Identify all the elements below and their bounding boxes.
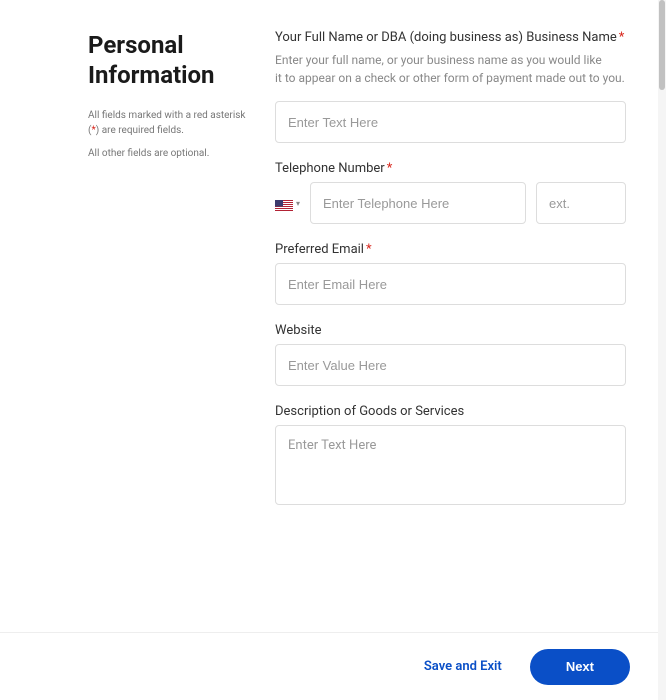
country-code-select[interactable]: ▾ (275, 197, 300, 209)
page-title: Personal Information (88, 30, 253, 90)
required-asterisk-icon: * (366, 242, 372, 257)
email-input[interactable] (275, 263, 626, 305)
form-fields: Your Full Name or DBA (doing business as… (263, 30, 626, 527)
telephone-label: Telephone Number* (275, 161, 626, 176)
email-group: Preferred Email* (275, 242, 626, 305)
telephone-label-text: Telephone Number (275, 161, 385, 176)
description-group: Description of Goods or Services (275, 404, 626, 509)
telephone-input[interactable] (310, 182, 526, 224)
telephone-group: Telephone Number* (275, 161, 626, 224)
description-input[interactable] (275, 425, 626, 505)
save-and-exit-link[interactable]: Save and Exit (424, 659, 502, 674)
email-label: Preferred Email* (275, 242, 626, 257)
description-label: Description of Goods or Services (275, 404, 626, 419)
telephone-ext-input[interactable] (536, 182, 626, 224)
email-label-text: Preferred Email (275, 242, 364, 257)
telephone-row: ▾ (275, 182, 626, 224)
required-note-post: ) are required fields. (96, 125, 184, 136)
fullname-help: Enter your full name, or your business n… (275, 51, 626, 87)
required-asterisk-icon: * (619, 30, 625, 45)
us-flag-icon (275, 197, 293, 209)
website-input[interactable] (275, 344, 626, 386)
chevron-down-icon: ▾ (296, 199, 300, 208)
fullname-group: Your Full Name or DBA (doing business as… (275, 30, 626, 143)
form-container: Personal Information All fields marked w… (0, 0, 666, 527)
optional-fields-note: All other fields are optional. (88, 148, 253, 159)
next-button[interactable]: Next (530, 649, 630, 685)
fullname-input[interactable] (275, 101, 626, 143)
sidebar: Personal Information All fields marked w… (88, 30, 263, 527)
fullname-label-text: Your Full Name or DBA (doing business as… (275, 30, 617, 45)
scrollbar-thumb[interactable] (659, 0, 665, 90)
scrollbar-track (658, 0, 666, 700)
website-label: Website (275, 323, 626, 338)
fullname-help-line2: it to appear on a check or other form of… (275, 71, 625, 85)
footer-bar: Save and Exit Next (0, 632, 658, 700)
required-asterisk-icon: * (387, 161, 393, 176)
fullname-help-line1: Enter your full name, or your business n… (275, 53, 602, 67)
fullname-label: Your Full Name or DBA (doing business as… (275, 30, 626, 45)
required-fields-note: All fields marked with a red asterisk (*… (88, 108, 253, 138)
website-group: Website (275, 323, 626, 386)
